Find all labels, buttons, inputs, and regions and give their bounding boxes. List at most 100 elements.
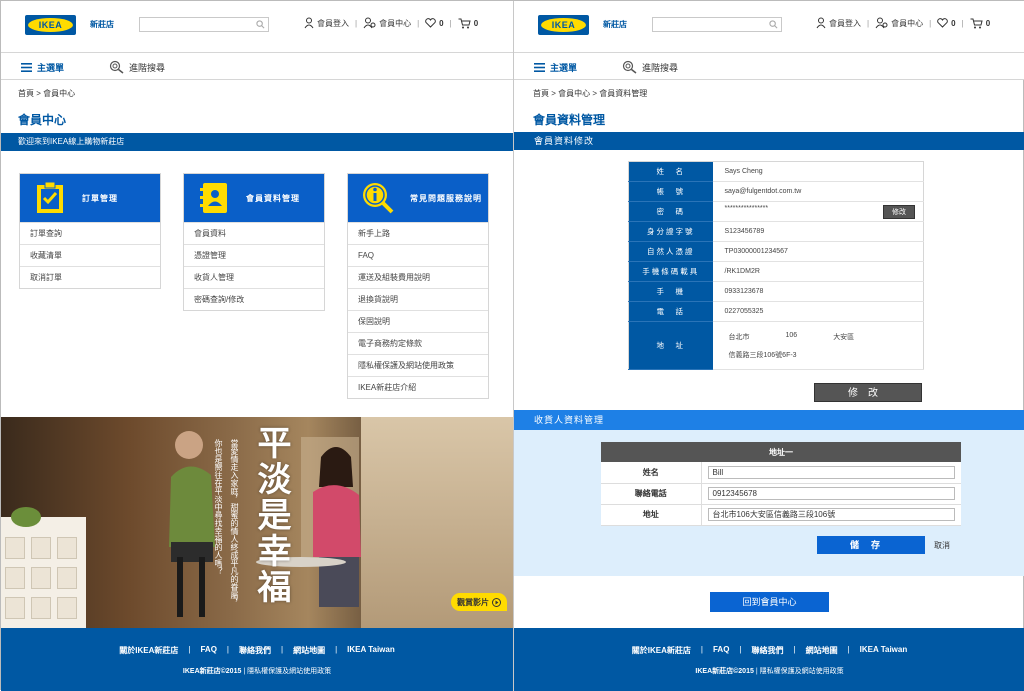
search-icon[interactable] [769,20,778,29]
save-button[interactable]: 儲存 [817,536,925,554]
main-menu-button[interactable]: 主選單 [21,61,64,74]
back-to-member-center-button[interactable]: 回到會員中心 [710,592,829,612]
footer-link[interactable]: 關於IKEA新莊店 [119,645,178,656]
card-link[interactable]: 新手上路 [348,222,488,244]
member-data-card: 會員資料管理 會員資料 憑證管理 收貨人管理 密碼查詢/修改 [183,173,325,311]
card-link[interactable]: 密碼查詢/修改 [184,288,324,310]
member-info-table: 姓 名 Says Cheng 帳 號 saya@fulgentdot.com.tw … [628,161,924,370]
plant-illustration [11,507,41,527]
cart-link[interactable]: 0 [970,18,990,29]
main-menu-button[interactable]: 主選單 [534,61,577,74]
card-header: 訂單管理 [20,174,160,222]
site-header: IKEA 新莊店 會員登入 | 會員中心 | 0 | 0 [514,1,1024,53]
address-zip: 106 [785,331,798,339]
footer-link[interactable]: 聯絡我們 [239,645,271,656]
card-link[interactable]: 會員資料 [184,222,324,244]
card-link[interactable]: 電子商務約定條款 [348,332,488,354]
table-row: 地址 台北市106大安區信義路三段106號 [601,504,961,526]
faq-service-card: 常見問題服務說明 新手上路 FAQ 運送及組裝費用說明 退換貨說明 保固說明 電… [347,173,489,399]
table-row: 自然人憑證 TP03000001234567 [628,241,924,262]
breadcrumb: 首頁 > 會員中心 [18,89,76,98]
member-icon [363,17,376,29]
edit-password-button[interactable]: 修改 [883,204,915,219]
card-link[interactable]: 隱私權保護及網站使用政策 [348,354,488,376]
card-link[interactable]: 保固說明 [348,310,488,332]
card-link[interactable]: 訂單查詢 [20,222,160,244]
cart-link[interactable]: 0 [458,18,478,29]
edit-member-button[interactable]: 修改 [814,383,922,402]
banner-subtitle: 當愛情走入家庭，甜蜜的情人終成平凡的眷屬， [230,439,239,607]
table-row: 手機條碼載具/RK1DM2R [628,261,924,282]
sub-navigation: 主選單 進階搜尋 [1,53,513,80]
wishlist-link[interactable]: 0 [425,18,444,28]
site-footer: 關於IKEA新莊店 | FAQ | 聯絡我們 | 網站地圖 | IKEA Taiwan … [1,628,513,691]
member-center-page: IKEA 新莊店 會員登入 | 會員中心 | 0 | 0 主選單 進階搜尋 首頁… [1,1,513,691]
footer-link[interactable]: FAQ [200,645,216,656]
card-link[interactable]: 運送及組裝費用說明 [348,266,488,288]
woman-silhouette [313,447,361,607]
footer-links: 關於IKEA新莊店 | FAQ | 聯絡我們 | 網站地圖 | IKEA Taiwan [631,645,908,656]
footer-link[interactable]: 網站地圖 [806,645,838,656]
table-row: 帳 號 saya@fulgentdot.com.tw [628,181,924,202]
search-icon[interactable] [256,20,265,29]
table-row: 密 碼 **************** 修改 [628,201,924,222]
section-bar-receiver: 收貨人資料管理 [514,410,1024,430]
table-row: 姓名 Bill [601,462,961,484]
card-link[interactable]: 收藏清單 [20,244,160,266]
ikea-logo[interactable]: IKEA [25,15,76,35]
login-link[interactable]: 會員登入 [304,17,349,29]
copyright: IKEA新莊店©2015 | 隱私權保護及網站使用政策 [182,668,332,675]
receiver-phone-input[interactable]: 0912345678 [707,487,955,500]
advanced-search-link[interactable]: 進階搜尋 [109,60,165,74]
receiver-address-input[interactable]: 台北市106大安區信義路三段106號 [707,508,955,521]
receiver-name-input[interactable]: Bill [707,465,955,479]
member-center-link[interactable]: 會員中心 [875,17,923,29]
site-header: IKEA 新莊店 會員登入 | 會員中心 | 0 | 0 [1,1,513,53]
member-data-page: IKEA 新莊店 會員登入 | 會員中心 | 0 | 0 主選單 進階搜尋 首頁… [514,1,1024,691]
hamburger-icon [534,63,545,72]
wishlist-link[interactable]: 0 [937,18,956,28]
card-link[interactable]: 退換貨說明 [348,288,488,310]
user-icon [304,17,314,29]
member-center-link[interactable]: 會員中心 [363,17,411,29]
sub-navigation: 主選單 進階搜尋 [514,53,1024,80]
promo-banner[interactable]: 平淡是幸福 當愛情走入家庭，甜蜜的情人終成平凡的眷屬， 你也是嚮往在平淡中尋找幸… [1,417,513,628]
privacy-link[interactable]: 隱私權保護及網站使用政策 [760,668,844,675]
card-header: 常見問題服務說明 [348,174,488,222]
privacy-link[interactable]: 隱私權保護及網站使用政策 [247,668,331,675]
card-link[interactable]: IKEA新莊店介紹 [348,376,488,398]
ikea-logo[interactable]: IKEA [538,15,589,35]
user-icon [816,17,826,29]
footer-link[interactable]: 網站地圖 [293,645,325,656]
section-bar-member-edit: 會員資料修改 [514,132,1024,150]
card-link[interactable]: 取消訂單 [20,266,160,288]
advanced-search-link[interactable]: 進階搜尋 [622,60,678,74]
card-link[interactable]: FAQ [348,244,488,266]
table-row: 地 址 台北市 106 大安區 信義路三段106號6F-3 [628,321,924,370]
search-input[interactable] [652,17,782,32]
footer-link[interactable]: FAQ [713,645,729,656]
address-district: 大安區 [833,333,855,341]
footer-link[interactable]: IKEA Taiwan [860,645,908,656]
footer-link[interactable]: 關於IKEA新莊店 [632,645,691,656]
login-link[interactable]: 會員登入 [816,17,861,29]
order-management-card: 訂單管理 訂單查詢 收藏清單 取消訂單 [19,173,161,289]
card-link[interactable]: 收貨人管理 [184,266,324,288]
footer-links: 關於IKEA新莊店 | FAQ | 聯絡我們 | 網站地圖 | IKEA Taiwan [119,645,395,656]
banner-title: 平淡是幸福 [251,425,291,605]
footer-link[interactable]: 聯絡我們 [752,645,784,656]
copyright: IKEA新莊店©2015 | 隱私權保護及網站使用政策 [695,668,844,675]
footer-link[interactable]: IKEA Taiwan [347,645,395,656]
page-title: 會員中心 [18,113,67,127]
member-icon [875,17,888,29]
address-city: 台北市 [728,333,750,341]
hamburger-icon [21,63,32,72]
watch-video-button[interactable]: 觀賞影片 [451,593,507,611]
banner-subtitle: 你也是嚮往在平淡中尋找幸福的人嗎？ [214,439,223,575]
password-value: **************** [724,204,769,212]
table-row: 聯絡電話 0912345678 [601,483,961,505]
search-input[interactable] [139,17,269,32]
cancel-link[interactable]: 取消 [934,540,950,551]
card-header: 會員資料管理 [184,174,324,222]
card-link[interactable]: 憑證管理 [184,244,324,266]
